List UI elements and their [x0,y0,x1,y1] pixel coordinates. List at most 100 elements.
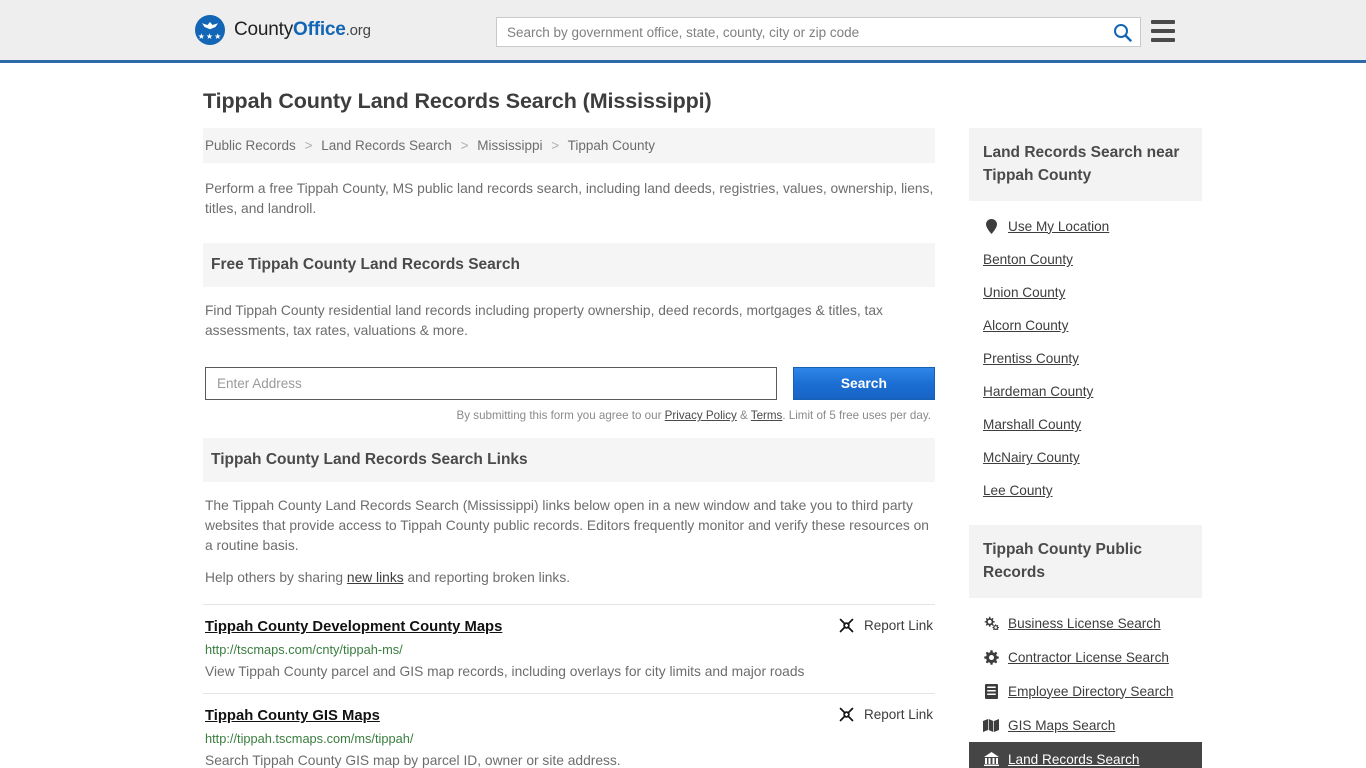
report-link-button[interactable]: Report Link [838,706,933,723]
sidebar-item-union-county[interactable]: Union County [969,276,1202,309]
sidebar-item-alcorn-county[interactable]: Alcorn County [969,309,1202,342]
hamburger-bar [1151,20,1175,24]
search-icon [1113,23,1132,42]
landmark-icon [983,751,999,767]
sidebar-item-benton-county[interactable]: Benton County [969,243,1202,276]
sidebar-item-land-records-search[interactable]: Land Records Search [969,742,1202,768]
site-logo-text: CountyOffice.org [234,19,371,41]
gear-icon [983,649,999,665]
disclaimer-suffix: . Limit of 5 free uses per day. [782,409,931,422]
sidebar-item-marshall-county[interactable]: Marshall County [969,408,1202,441]
breadcrumb-separator: > [551,138,560,153]
sidebar-item-label[interactable]: Benton County [983,252,1073,267]
broken-link-icon [839,618,854,633]
county-office-logo-icon: ★★★ [195,15,225,45]
main-content: Public Records > Land Records Search > M… [203,128,935,768]
breadcrumb-item-mississippi[interactable]: Mississippi [477,138,542,153]
links-section-heading: Tippah County Land Records Search Links [203,438,935,482]
site-logo[interactable]: ★★★ CountyOffice.org [195,15,371,45]
search-submit-button[interactable] [1104,18,1140,46]
address-input[interactable] [205,367,777,400]
sidebar-item-lee-county[interactable]: Lee County [969,474,1202,507]
breadcrumb-item-public-records[interactable]: Public Records [205,138,296,153]
form-disclaimer: By submitting this form you agree to our… [203,400,935,422]
links-section-body: The Tippah County Land Records Search (M… [203,482,935,604]
sidebar-item-hardeman-county[interactable]: Hardeman County [969,375,1202,408]
sidebar-item-label[interactable]: Use My Location [1008,219,1109,234]
sidebar-item-label[interactable]: Hardeman County [983,384,1093,399]
sidebar-item-business-license-search[interactable]: Business License Search [969,606,1202,640]
link-result-url: http://tippah.tscmaps.com/ms/tippah/ [205,731,414,746]
link-result-title[interactable]: Tippah County Development County Maps [205,619,502,635]
link-result-item: Tippah County GIS Maps http://tippah.tsc… [203,693,935,768]
breadcrumb-item-tippah-county[interactable]: Tippah County [568,138,655,153]
sidebar-public-records-heading: Tippah County Public Records [969,525,1202,598]
sidebar-nearby-heading: Land Records Search near Tippah County [969,128,1202,201]
disclaimer-prefix: By submitting this form you agree to our [456,409,665,422]
eagle-icon [202,22,218,30]
page-title: Tippah County Land Records Search (Missi… [203,89,712,113]
link-result-title[interactable]: Tippah County GIS Maps [205,708,380,724]
hamburger-bar [1151,38,1175,42]
sidebar-item-label[interactable]: Marshall County [983,417,1081,432]
sidebar-item-use-my-location[interactable]: Use My Location [969,209,1202,243]
sidebar-item-label[interactable]: Employee Directory Search [1008,684,1173,699]
breadcrumb: Public Records > Land Records Search > M… [203,128,935,163]
breadcrumb-separator: > [304,138,313,153]
breadcrumb-item-land-records-search[interactable]: Land Records Search [321,138,452,153]
hamburger-menu-icon[interactable] [1151,20,1175,42]
sidebar-public-records-list: Business License Search Contractor Licen… [969,598,1202,768]
sidebar-item-label[interactable]: Contractor License Search [1008,650,1169,665]
broken-link-icon [839,707,854,722]
site-header: ★★★ CountyOffice.org [0,0,1366,63]
terms-link[interactable]: Terms [751,409,783,422]
privacy-policy-link[interactable]: Privacy Policy [665,409,737,422]
sidebar-item-mcnairy-county[interactable]: McNairy County [969,441,1202,474]
report-link-label: Report Link [863,618,933,633]
page-intro-text: Perform a free Tippah County, MS public … [205,181,934,216]
book-icon [983,683,999,699]
stars-icon: ★★★ [197,32,223,41]
link-result-description: Search Tippah County GIS map by parcel I… [205,753,621,768]
link-result-description: View Tippah County parcel and GIS map re… [205,664,805,679]
free-search-description: Find Tippah County residential land reco… [203,287,935,357]
breadcrumb-separator: > [460,138,469,153]
report-link-label: Report Link [863,707,933,722]
sidebar-item-label[interactable]: McNairy County [983,450,1080,465]
sidebar-item-employee-directory-search[interactable]: Employee Directory Search [969,674,1202,708]
links-section-paragraph: The Tippah County Land Records Search (M… [205,498,929,553]
sidebar-item-label[interactable]: Union County [983,285,1065,300]
content-columns: Public Records > Land Records Search > M… [203,128,1202,768]
new-links-link[interactable]: new links [347,570,404,585]
sidebar-item-prentiss-county[interactable]: Prentiss County [969,342,1202,375]
address-search-button[interactable]: Search [792,367,935,400]
sidebar-item-gis-maps-search[interactable]: GIS Maps Search [969,708,1202,742]
global-search-bar[interactable] [496,17,1141,47]
hamburger-bar [1151,29,1175,33]
logo-text-org: .org [345,22,371,39]
sidebar-item-label[interactable]: GIS Maps Search [1008,718,1115,733]
sidebar: Land Records Search near Tippah County U… [969,128,1202,768]
global-search-input[interactable] [497,18,1104,46]
help-suffix: and reporting broken links. [403,570,571,585]
sidebar-item-label[interactable]: Business License Search [1008,616,1161,631]
sidebar-item-contractor-license-search[interactable]: Contractor License Search [969,640,1202,674]
map-pin-icon [983,218,999,234]
link-result-item: Tippah County Development County Maps ht… [203,604,935,693]
logo-text-office: Office [293,19,346,40]
sidebar-nearby-list: Use My Location Benton County Union Coun… [969,201,1202,511]
disclaimer-amp: & [736,409,751,422]
address-search-form: Search [205,367,935,400]
free-search-description-text: Find Tippah County residential land reco… [205,303,883,338]
page-container: Tippah County Land Records Search (Missi… [0,89,1366,768]
sidebar-item-label[interactable]: Alcorn County [983,318,1068,333]
cogs-icon [983,615,999,631]
sidebar-item-label[interactable]: Lee County [983,483,1053,498]
report-link-button[interactable]: Report Link [838,617,933,634]
sidebar-item-label[interactable]: Prentiss County [983,351,1079,366]
logo-text-county: County [234,19,294,40]
links-help-line: Help others by sharing new links and rep… [205,568,935,588]
free-search-heading: Free Tippah County Land Records Search [203,243,935,287]
sidebar-item-label[interactable]: Land Records Search [1008,752,1139,767]
